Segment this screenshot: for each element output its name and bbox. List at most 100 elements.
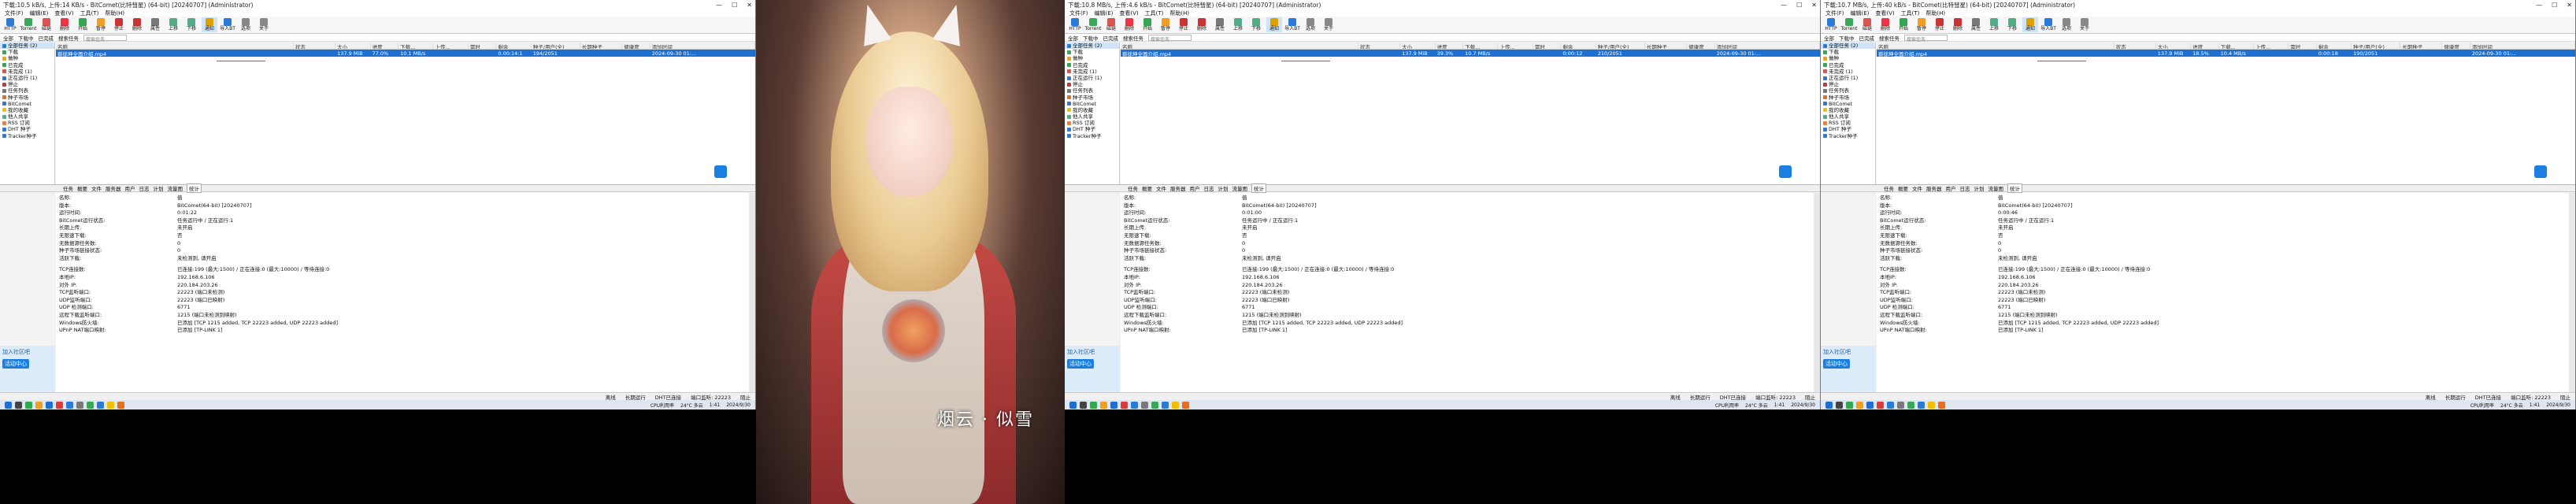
taskbar-app-icon[interactable] xyxy=(117,401,124,409)
tab-5[interactable]: 日志 xyxy=(1204,184,1214,192)
status-item[interactable]: 离线 xyxy=(1670,393,1681,401)
sidebar-item[interactable]: 未完成 (1) xyxy=(0,69,54,75)
filter-tab[interactable]: 已完成 xyxy=(1103,34,1119,42)
column-header[interactable]: 种子/用户(全) xyxy=(1596,43,1645,49)
toolbar-button-3[interactable]: 删除 xyxy=(57,17,72,32)
tab-6[interactable]: 计划 xyxy=(154,184,164,192)
close-icon[interactable]: ✕ xyxy=(2567,2,2572,9)
column-header[interactable]: 大小 xyxy=(335,43,371,49)
sidebar-item[interactable]: 我的收藏 xyxy=(1821,107,1875,113)
toolbar-button-2[interactable]: 磁链 xyxy=(1859,17,1875,32)
sidebar-item[interactable]: 已完成 xyxy=(0,62,54,69)
sidebar-item[interactable]: 任务列表 xyxy=(1065,87,1119,94)
taskbar-app-icon[interactable] xyxy=(46,401,53,409)
taskbar-app-icon[interactable] xyxy=(1080,401,1087,409)
toolbar-button-9[interactable]: 上移 xyxy=(1986,17,2002,32)
search-input[interactable]: 搜索任务 xyxy=(83,34,127,43)
toolbar-button-10[interactable]: 下移 xyxy=(1248,17,1264,32)
toolbar-button-4[interactable]: 开始 xyxy=(75,17,91,32)
toolbar-button-3[interactable]: 删除 xyxy=(1877,17,1893,32)
taskbar-app-icon[interactable] xyxy=(1151,401,1158,409)
column-header[interactable]: 大小 xyxy=(1400,43,1436,49)
taskbar-app-icon[interactable] xyxy=(1938,401,1945,409)
tab-6[interactable]: 计划 xyxy=(1218,184,1229,192)
title-bar[interactable]: 下载:10.5 kB/s, 上传:14 KB/s - BitComet(比特彗星… xyxy=(0,0,755,9)
sidebar-item[interactable]: 他人共享 xyxy=(1065,113,1119,120)
toolbar-button-14[interactable]: 关于 xyxy=(256,17,272,32)
toolbar-button-5[interactable]: 暂停 xyxy=(1914,17,1929,32)
status-item[interactable]: 离线 xyxy=(2426,393,2436,401)
menu-item[interactable]: 工具(T) xyxy=(1901,9,1920,17)
sidebar-item[interactable]: 他人共享 xyxy=(1821,113,1875,120)
sidebar-item[interactable]: DHT 种子 xyxy=(1065,126,1119,132)
sidebar-item[interactable]: 已完成 xyxy=(1065,62,1119,69)
column-header[interactable]: 名称 xyxy=(1121,43,1358,49)
column-header[interactable]: 上传... xyxy=(433,43,469,49)
column-header[interactable]: 进度 xyxy=(1436,43,1464,49)
sidebar-item[interactable]: 我的收藏 xyxy=(1065,107,1119,113)
filter-tab[interactable]: 已完成 xyxy=(1859,34,1875,42)
sidebar-item[interactable]: 已完成 xyxy=(1821,62,1875,69)
toolbar-button-13[interactable]: 选项 xyxy=(1303,17,1318,32)
toolbar-button-9[interactable]: 上移 xyxy=(165,17,181,32)
tab-7[interactable]: 流量图 xyxy=(1989,184,2004,192)
column-header[interactable]: 长期种子 xyxy=(580,43,623,49)
column-header[interactable]: 长期种子 xyxy=(2400,43,2443,49)
taskbar-app-icon[interactable] xyxy=(1825,401,1833,409)
tab-5[interactable]: 日志 xyxy=(1960,184,1970,192)
taskbar-app-icon[interactable] xyxy=(1182,401,1189,409)
maximize-icon[interactable]: ☐ xyxy=(2552,2,2557,9)
sidebar-item[interactable]: BitComet xyxy=(1821,101,1875,107)
toolbar-button-7[interactable]: 删除 xyxy=(1950,17,1966,32)
toolbar-button-0[interactable]: HTTP xyxy=(1823,17,1839,32)
column-header[interactable]: 下载... xyxy=(2219,43,2254,49)
taskbar-app-icon[interactable] xyxy=(1887,401,1894,409)
tab-8[interactable]: 统计 xyxy=(2007,183,2022,193)
menu-item[interactable]: 查看(V) xyxy=(54,9,73,17)
title-bar[interactable]: 下载:10.8 MB/s, 上传:4.6 kB/s - BitComet(比特彗… xyxy=(1065,0,1820,9)
minimize-icon[interactable]: — xyxy=(716,2,722,9)
column-header[interactable]: 上传... xyxy=(2254,43,2289,49)
toolbar-button-13[interactable]: 选项 xyxy=(2059,17,2074,32)
column-header[interactable]: 需时 xyxy=(2289,43,2317,49)
taskbar-app-icon[interactable] xyxy=(15,401,22,409)
taskbar-app-icon[interactable] xyxy=(1110,401,1118,409)
tab-0[interactable]: 任务 xyxy=(1884,184,1894,192)
tab-2[interactable]: 文件 xyxy=(1156,184,1166,192)
status-item[interactable]: 端口监听: 22223 xyxy=(1755,393,1796,401)
sidebar-item[interactable]: 正在运行 (1) xyxy=(1065,75,1119,81)
column-header[interactable]: 状态 xyxy=(1358,43,1401,49)
taskbar-app-icon[interactable] xyxy=(1928,401,1935,409)
toolbar-button-0[interactable]: HTTP xyxy=(2,17,18,32)
floating-badge-icon[interactable] xyxy=(714,165,727,178)
detail-scrollbar[interactable] xyxy=(2569,193,2575,392)
task-row[interactable]: 蔡徐坤全面介绍.mp4 137.9 MiB 39.3% 10.7 MB/s 0:00:1… xyxy=(1121,50,1820,57)
status-item[interactable]: 阻止 xyxy=(1805,393,1815,401)
sidebar-item[interactable]: 做种 xyxy=(1821,55,1875,61)
status-item[interactable]: DHT已连接 xyxy=(1720,393,1746,401)
search-input[interactable]: 搜索任务 xyxy=(1148,34,1192,43)
sidebar-item[interactable]: 种子市场 xyxy=(0,94,54,101)
toolbar-button-13[interactable]: 选项 xyxy=(238,17,254,32)
tab-1[interactable]: 概要 xyxy=(77,184,87,192)
filter-tab[interactable]: 下载中 xyxy=(1083,34,1099,42)
toolbar-button-11[interactable]: 通知 xyxy=(202,17,217,32)
taskbar-app-icon[interactable] xyxy=(1069,401,1077,409)
taskbar-app-icon[interactable] xyxy=(1866,401,1874,409)
toolbar-button-5[interactable]: 暂停 xyxy=(93,17,109,32)
toolbar-button-0[interactable]: HTTP xyxy=(1067,17,1083,32)
status-item[interactable]: 长期运行 xyxy=(2445,393,2466,401)
menu-item[interactable]: 编辑(E) xyxy=(1095,9,1114,17)
taskbar-app-icon[interactable] xyxy=(76,401,83,409)
tab-2[interactable]: 文件 xyxy=(91,184,102,192)
toolbar-button-8[interactable]: 属性 xyxy=(1212,17,1228,32)
taskbar-app-icon[interactable] xyxy=(87,401,94,409)
taskbar-app-icon[interactable] xyxy=(66,401,73,409)
filter-tab[interactable]: 下载中 xyxy=(1839,34,1855,42)
floating-badge-icon[interactable] xyxy=(2534,165,2547,178)
column-header[interactable]: 上传... xyxy=(1498,43,1533,49)
sidebar-item[interactable]: 任务列表 xyxy=(1821,87,1875,94)
column-header[interactable]: 种子/用户(全) xyxy=(2352,43,2401,49)
taskbar-app-icon[interactable] xyxy=(35,401,43,409)
taskbar-app-icon[interactable] xyxy=(25,401,32,409)
